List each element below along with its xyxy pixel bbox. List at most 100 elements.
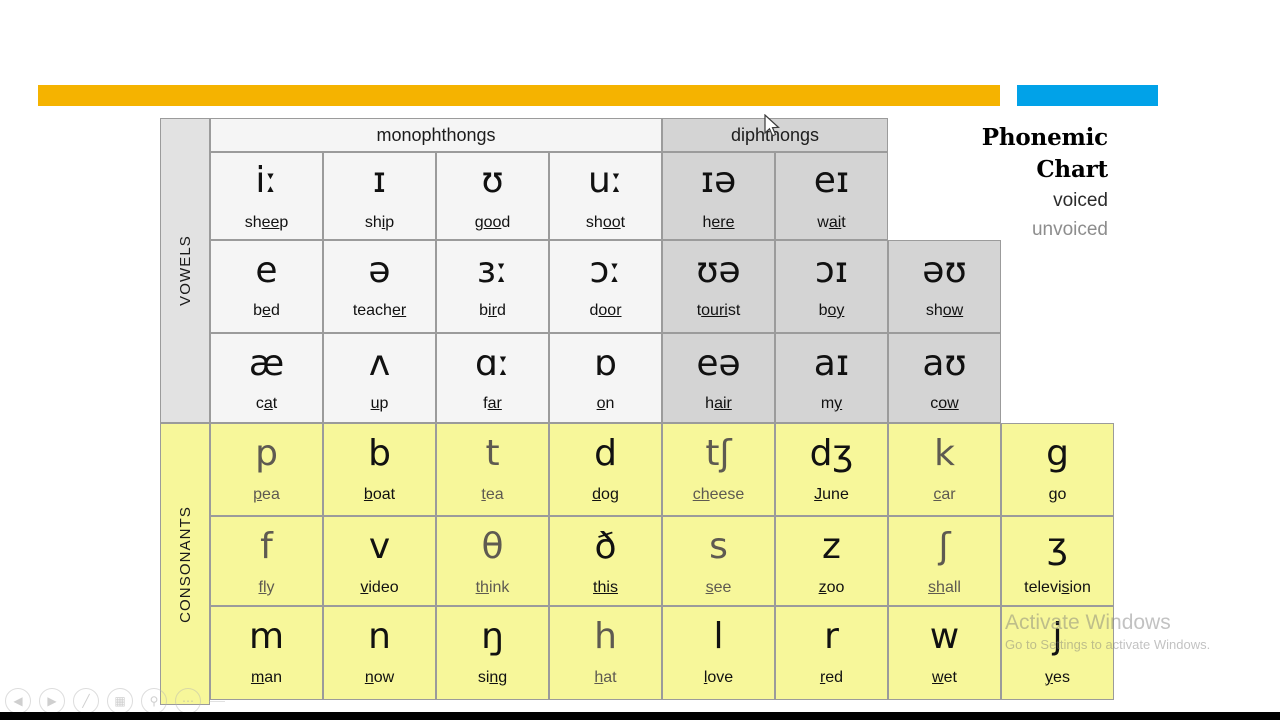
- consonant-example-word: wet: [932, 669, 957, 686]
- vowel-symbol: ɔː: [589, 250, 622, 291]
- consonant-cell-zoo[interactable]: z zoo: [775, 516, 888, 606]
- vowel-cell-bird[interactable]: ɜː bird: [436, 240, 549, 333]
- vowel-symbol: ɪ: [372, 160, 387, 201]
- vowel-cell-far[interactable]: ɑː far: [436, 333, 549, 423]
- consonant-cell-love[interactable]: l love: [662, 606, 775, 700]
- consonant-cell-think[interactable]: θ think: [436, 516, 549, 606]
- consonant-example-word: television: [1024, 579, 1091, 596]
- vowel-example-word: up: [370, 395, 389, 412]
- vowel-symbol: e: [255, 250, 278, 291]
- vowel-cell-teacher[interactable]: ə teacher: [323, 240, 436, 333]
- vowel-symbol: ʌ: [368, 343, 391, 384]
- consonant-cell-fly[interactable]: f fly: [210, 516, 323, 606]
- vowel-example-word: bed: [253, 302, 280, 319]
- vowel-example-word: door: [589, 302, 622, 319]
- consonant-symbol: g: [1046, 433, 1069, 474]
- vowel-cell-shoot[interactable]: uː shoot: [549, 152, 662, 240]
- consonant-symbol: j: [1052, 616, 1063, 657]
- consonant-cell-see[interactable]: s see: [662, 516, 775, 606]
- vowel-cell-hair[interactable]: eə hair: [662, 333, 775, 423]
- consonant-cell-man[interactable]: m man: [210, 606, 323, 700]
- consonant-example-word: this: [593, 579, 618, 596]
- vowel-example-word: teacher: [352, 302, 407, 319]
- vowel-cell-sheep[interactable]: iː sheep: [210, 152, 323, 240]
- page-title-line2: Chart: [1036, 156, 1108, 183]
- consonant-example-word: yes: [1045, 669, 1070, 686]
- consonant-cell-video[interactable]: v video: [323, 516, 436, 606]
- consonant-cell-boat[interactable]: b boat: [323, 423, 436, 516]
- vowel-cell-here[interactable]: ɪə here: [662, 152, 775, 240]
- slide-overview-icon[interactable]: ▦: [107, 688, 133, 714]
- magnifier-icon[interactable]: ⚲: [141, 688, 167, 714]
- consonant-cell-dog[interactable]: d dog: [549, 423, 662, 516]
- blue-accent-bar: [1017, 85, 1158, 106]
- vowel-example-word: here: [702, 214, 735, 231]
- vowel-example-word: bird: [479, 302, 506, 319]
- vowel-cell-show[interactable]: əʊ show: [888, 240, 1001, 333]
- vowel-symbol: ʊə: [696, 250, 741, 291]
- vowel-cell-ship[interactable]: ɪ ship: [323, 152, 436, 240]
- next-slide-icon[interactable]: ▶: [39, 688, 65, 714]
- vowel-symbol: ɜː: [476, 250, 509, 291]
- vowel-cell-wait[interactable]: eɪ wait: [775, 152, 888, 240]
- vowel-example-word: on: [596, 395, 615, 412]
- consonant-symbol: k: [934, 433, 955, 474]
- vowel-symbol: ɒ: [594, 343, 617, 384]
- vowel-cell-door[interactable]: ɔː door: [549, 240, 662, 333]
- vowel-example-word: hair: [705, 395, 732, 412]
- orange-accent-bar: [38, 85, 1000, 106]
- vowel-symbol: ɑː: [475, 343, 510, 384]
- vowel-cell-cow[interactable]: aʊ cow: [888, 333, 1001, 423]
- bottom-black-strip: [0, 712, 1280, 720]
- consonant-symbol: m: [248, 616, 285, 657]
- previous-slide-icon[interactable]: ◀: [5, 688, 31, 714]
- vowel-example-word: shoot: [585, 214, 626, 231]
- consonant-cell-hat[interactable]: h hat: [549, 606, 662, 700]
- consonant-cell-television[interactable]: ʒ television: [1001, 516, 1114, 606]
- consonant-example-word: fly: [258, 579, 275, 596]
- section-label-consonants: CONSONANTS: [160, 423, 210, 705]
- consonant-symbol: l: [713, 616, 724, 657]
- consonant-symbol: d: [594, 433, 617, 474]
- consonant-cell-now[interactable]: n now: [323, 606, 436, 700]
- consonant-cell-wet[interactable]: w wet: [888, 606, 1001, 700]
- consonant-cell-shall[interactable]: ʃ shall: [888, 516, 1001, 606]
- consonant-cell-red[interactable]: r red: [775, 606, 888, 700]
- vowel-cell-up[interactable]: ʌ up: [323, 333, 436, 423]
- legend-voiced: voiced: [1053, 190, 1108, 211]
- consonant-cell-sing[interactable]: ŋ sing: [436, 606, 549, 700]
- vowel-example-word: tourist: [696, 302, 741, 319]
- vowel-cell-good[interactable]: ʊ good: [436, 152, 549, 240]
- consonant-symbol: n: [368, 616, 391, 657]
- consonant-cell-go[interactable]: g go: [1001, 423, 1114, 516]
- consonant-cell-cheese[interactable]: tʃ cheese: [662, 423, 775, 516]
- consonant-symbol: p: [255, 433, 278, 474]
- vowel-cell-tourist[interactable]: ʊə tourist: [662, 240, 775, 333]
- vowel-cell-bed[interactable]: e bed: [210, 240, 323, 333]
- consonant-cell-pea[interactable]: p pea: [210, 423, 323, 516]
- consonant-example-word: car: [933, 486, 956, 503]
- consonant-example-word: dog: [592, 486, 619, 503]
- consonant-cell-June[interactable]: dʒ June: [775, 423, 888, 516]
- more-options-icon[interactable]: ⋯: [175, 688, 201, 714]
- vowel-symbol: ʊ: [481, 160, 504, 201]
- vowel-example-word: wait: [817, 214, 846, 231]
- vowel-cell-on[interactable]: ɒ on: [549, 333, 662, 423]
- consonant-example-word: man: [250, 669, 283, 686]
- presentation-toolbar[interactable]: ◀ ▶ ╱ ▦ ⚲ ⋯: [5, 688, 225, 714]
- consonant-example-word: zoo: [818, 579, 845, 596]
- consonant-example-word: love: [703, 669, 734, 686]
- consonant-cell-car[interactable]: k car: [888, 423, 1001, 516]
- consonant-symbol: θ: [481, 526, 504, 567]
- vowel-cell-my[interactable]: aɪ my: [775, 333, 888, 423]
- vowel-cell-cat[interactable]: æ cat: [210, 333, 323, 423]
- consonant-cell-yes[interactable]: j yes: [1001, 606, 1114, 700]
- vowel-symbol: iː: [255, 160, 278, 201]
- consonant-cell-tea[interactable]: t tea: [436, 423, 549, 516]
- vowel-symbol: uː: [588, 160, 623, 201]
- consonant-cell-this[interactable]: ð this: [549, 516, 662, 606]
- mouse-cursor-icon: [764, 114, 780, 137]
- pen-tool-icon[interactable]: ╱: [73, 688, 99, 714]
- slide-canvas: Phonemic Chart voiced unvoiced VOWELS CO…: [0, 0, 1280, 720]
- vowel-cell-boy[interactable]: ɔɪ boy: [775, 240, 888, 333]
